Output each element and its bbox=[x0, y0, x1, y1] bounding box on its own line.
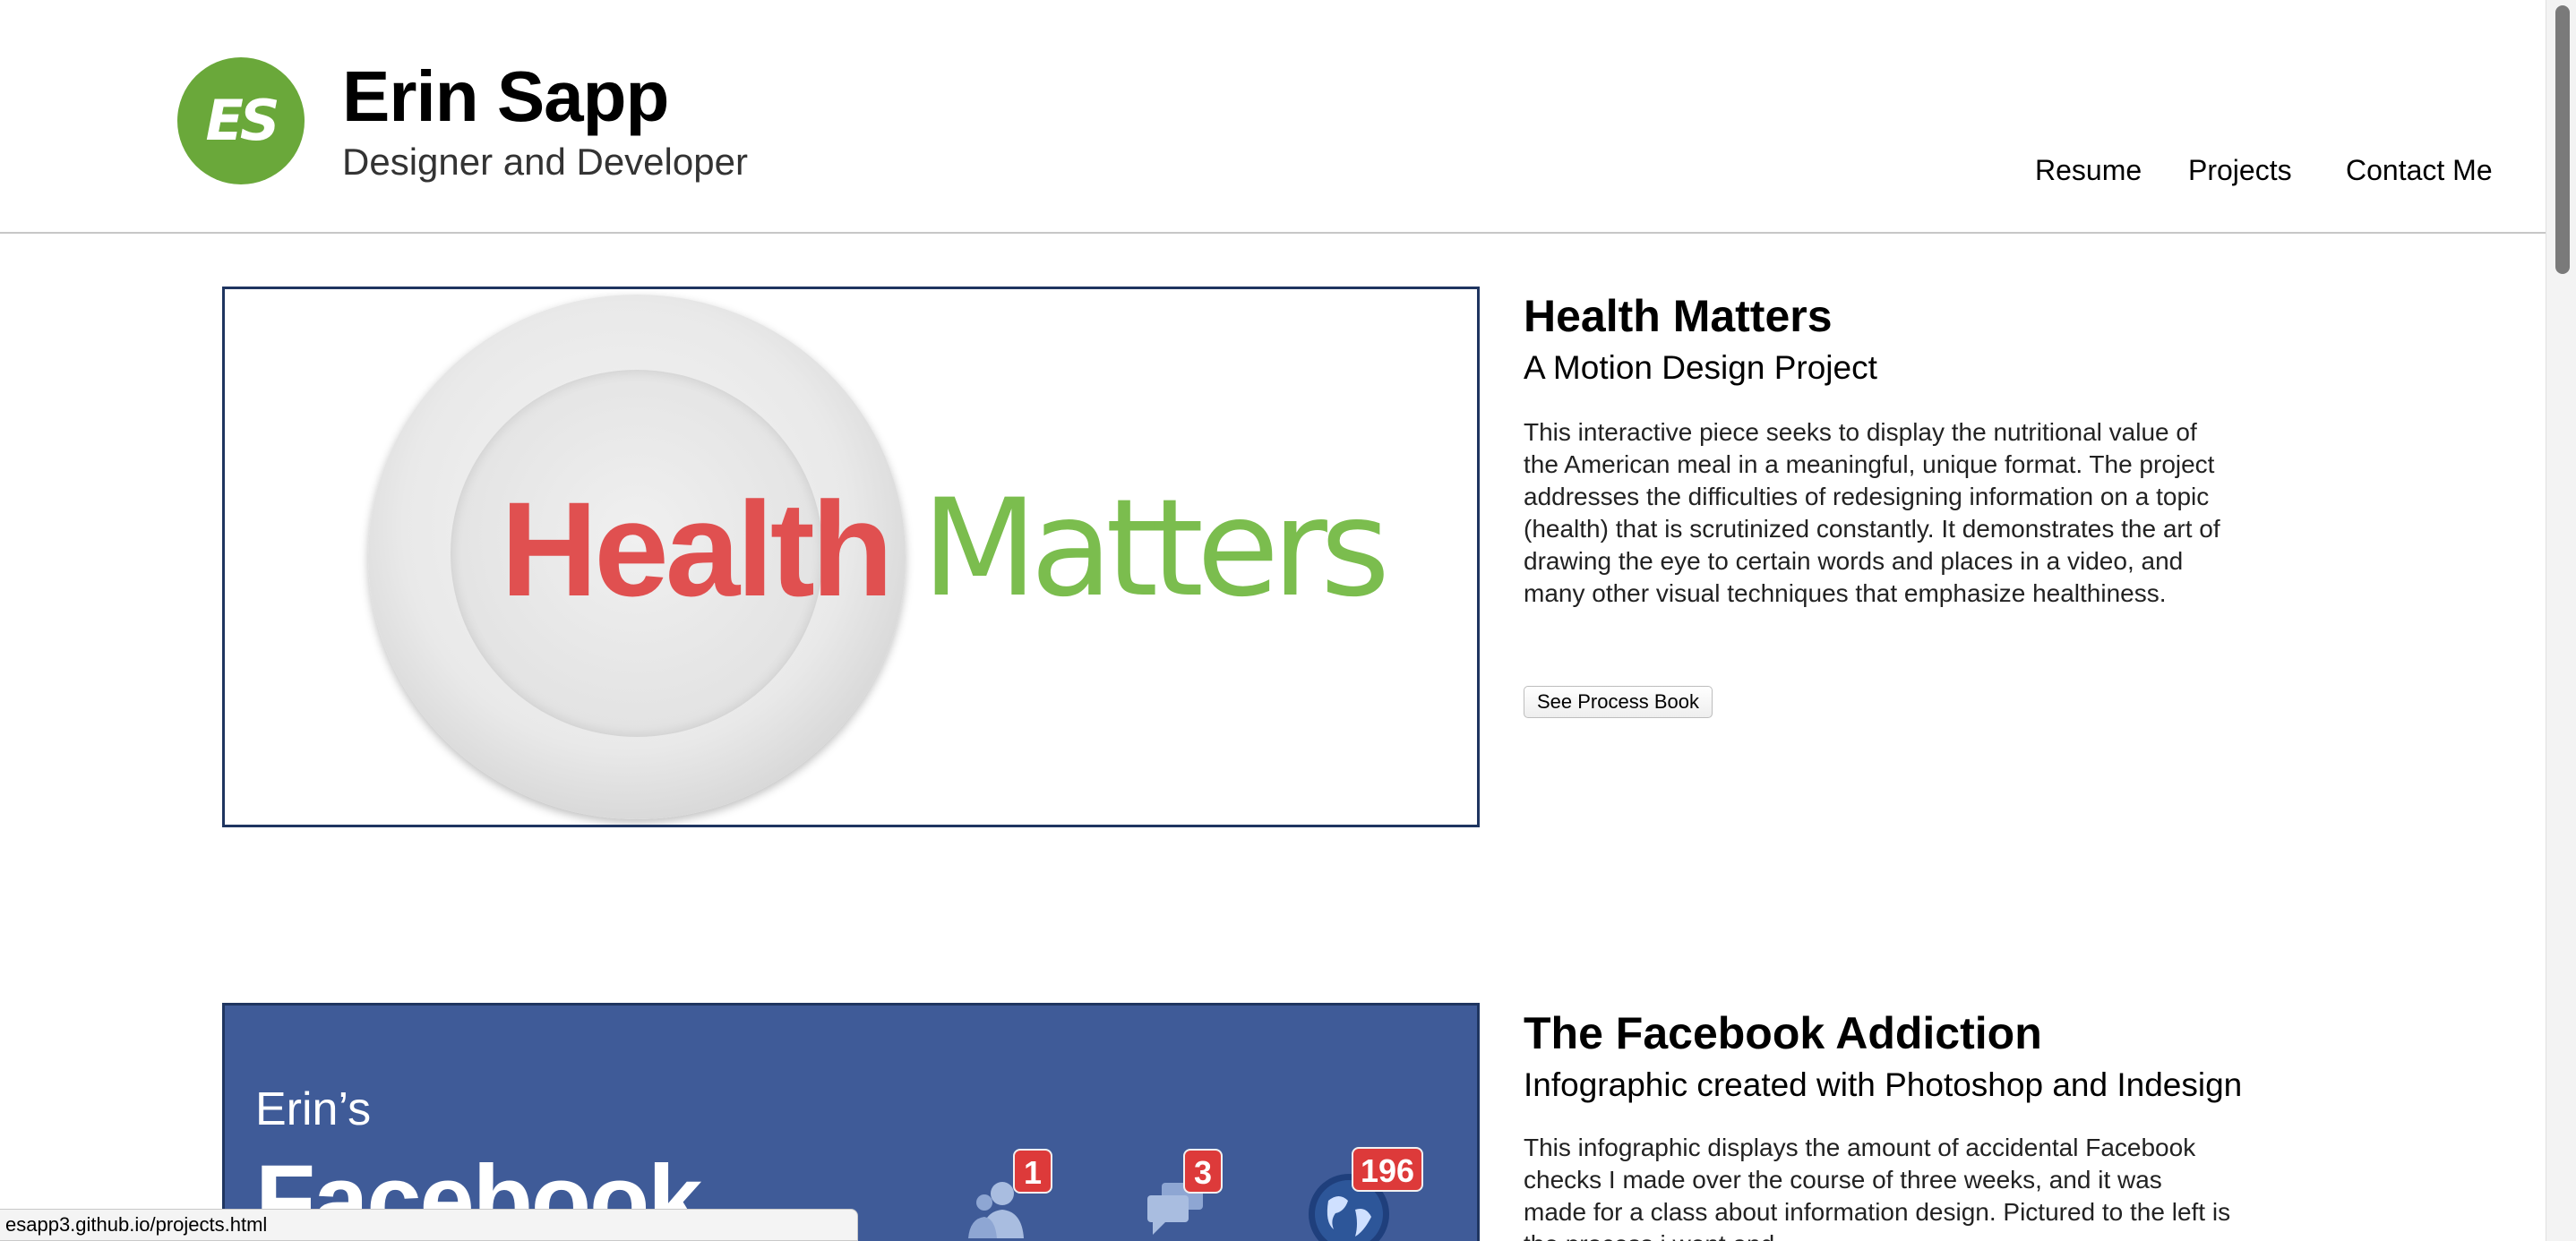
project-subtitle: A Motion Design Project bbox=[1524, 349, 1877, 386]
see-process-book-button[interactable]: See Process Book bbox=[1524, 686, 1713, 718]
site-name[interactable]: Erin Sapp bbox=[342, 54, 669, 140]
project-subtitle: Infographic created with Photoshop and I… bbox=[1524, 1066, 2243, 1103]
nav-projects-link[interactable]: Projects bbox=[2188, 150, 2292, 190]
matters-word: Matters bbox=[922, 471, 1390, 627]
logo-initials: ES bbox=[205, 88, 279, 153]
infographic-owner-label: Erin’s bbox=[255, 1083, 372, 1135]
facebook-infographic-image: Erin’s Facebook 1 3 196 bbox=[222, 1003, 1480, 1241]
messages-badge: 3 bbox=[1183, 1149, 1223, 1194]
logo[interactable]: ES bbox=[177, 57, 305, 184]
site-header: ES Erin Sapp Designer and Developer Resu… bbox=[0, 0, 2546, 234]
nav-resume-link[interactable]: Resume bbox=[2035, 150, 2142, 190]
site-tagline: Designer and Developer bbox=[342, 141, 748, 183]
project-description: This infographic displays the amount of … bbox=[1524, 1134, 2231, 1241]
notifications-badge: 196 bbox=[1352, 1147, 1424, 1192]
scrollbar-thumb[interactable] bbox=[2555, 5, 2570, 274]
friend-requests-badge: 1 bbox=[1013, 1149, 1052, 1194]
health-word: Health bbox=[501, 474, 893, 624]
project-title: Health Matters bbox=[1524, 291, 1833, 341]
link-status-bar: esapp3.github.io/projects.html bbox=[0, 1209, 858, 1241]
nav-contact-link[interactable]: Contact Me bbox=[2346, 150, 2493, 190]
vertical-scrollbar[interactable] bbox=[2546, 0, 2576, 1241]
project-title: The Facebook Addiction bbox=[1524, 1008, 2042, 1058]
project-description: This interactive piece seeks to display … bbox=[1524, 418, 2220, 607]
health-matters-image: Health Matters bbox=[222, 287, 1480, 827]
